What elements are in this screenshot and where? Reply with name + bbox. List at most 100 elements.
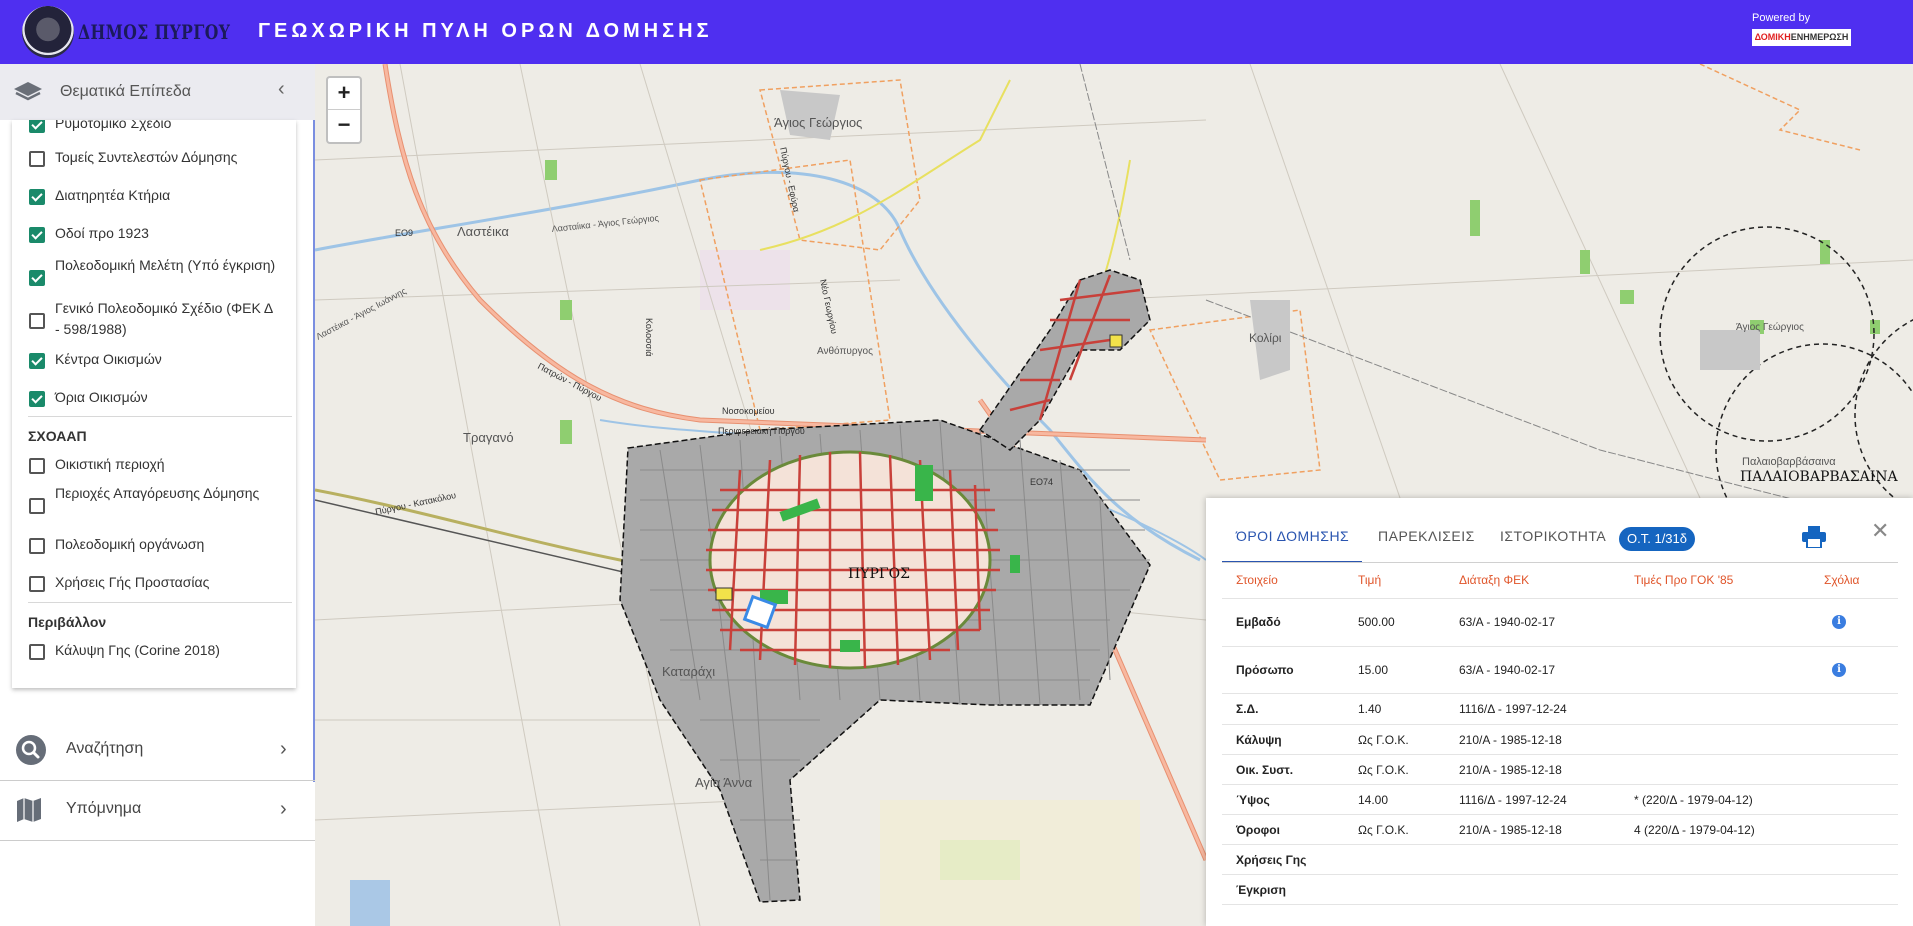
layer-row[interactable]: Περιοχές Απαγόρευσης Δόμησης (12, 482, 296, 526)
row-item: Χρήσεις Γης (1236, 853, 1307, 867)
column-header-value: Τιμή (1358, 573, 1382, 587)
section-title-sxoaap: ΣΧΟΑΑΠ (28, 428, 87, 444)
info-icon[interactable]: i (1832, 615, 1846, 629)
layer-label: Πολεοδομική οργάνωση (55, 536, 205, 552)
search-nav-item[interactable]: Αναζήτηση › (0, 722, 315, 780)
tab-deviations[interactable]: ΠΑΡΕΚΛΙΣΕΙΣ (1378, 528, 1475, 544)
map-label-lasteika: Λαστέικα (457, 224, 509, 239)
layer-checkbox[interactable] (29, 189, 45, 205)
map-label-koliri: Κολίρι (1249, 331, 1282, 345)
building-terms-panel: ΌΡΟΙ ΔΟΜΗΣΗΣ ΠΑΡΕΚΛΙΣΕΙΣ ΙΣΤΟΡΙΚΟΤΗΤΑ Ο.… (1206, 498, 1913, 926)
column-header-comments: Σχόλια (1824, 573, 1860, 587)
layer-checkbox[interactable] (29, 227, 45, 243)
row-fek: 210/Α - 1985-12-18 (1459, 763, 1562, 777)
zoom-control: + − (326, 76, 362, 144)
powered-brand-part-b: ΕΝΗΜΕΡΩΣΗ (1790, 32, 1849, 42)
layer-label: Τομείς Συντελεστών Δόμησης (55, 149, 238, 165)
layer-label: Περιοχές Απαγόρευσης Δόμησης (55, 485, 260, 501)
layers-list: Ρυμοτομικό Σχέδιο Τομείς Συντελεστών Δόμ… (12, 120, 296, 688)
layer-label: Διατηρητέα Κτήρια (55, 187, 171, 203)
table-line (1222, 646, 1898, 647)
layer-row[interactable]: Διατηρητέα Κτήρια (12, 184, 296, 206)
map-label-kolossia: Κολοσσιά (644, 318, 654, 356)
row-value: Ως Γ.Ο.Κ. (1358, 733, 1409, 747)
row-fek: 1116/Δ - 1997-12-24 (1459, 793, 1567, 807)
row-item: Όροφοι (1236, 823, 1280, 837)
layer-label: Κάλυψη Γης (Corine 2018) (55, 642, 220, 658)
row-pre-gok: 4 (220/Δ - 1979-04-12) (1634, 823, 1755, 837)
row-value: 500.00 (1358, 615, 1395, 629)
layer-checkbox[interactable] (29, 391, 45, 407)
map-label-kataraktis: Καταράχι (662, 664, 715, 679)
row-value: Ως Γ.Ο.Κ. (1358, 823, 1409, 837)
row-fek: 210/Α - 1985-12-18 (1459, 823, 1562, 837)
layer-label: Ρυμοτομικό Σχέδιο (55, 120, 172, 131)
layer-row[interactable]: Οδοί προ 1923 (12, 222, 296, 244)
layer-checkbox[interactable] (29, 538, 45, 554)
table-top-line (1222, 562, 1898, 563)
print-icon[interactable] (1802, 526, 1826, 548)
layer-checkbox[interactable] (29, 458, 45, 474)
table-line (1222, 814, 1898, 815)
layer-checkbox[interactable] (29, 270, 45, 286)
layer-checkbox[interactable] (29, 644, 45, 660)
layer-label: Όρια Οικισμών (55, 389, 148, 405)
layer-checkbox[interactable] (29, 576, 45, 592)
row-fek: 63/Α - 1940-02-17 (1459, 663, 1556, 677)
municipality-name[interactable]: ΔΗΜΟΣ ΠΥΡΓΟΥ (78, 20, 230, 44)
municipality-logo[interactable] (22, 6, 74, 58)
sidebar-scroll-edge (313, 120, 315, 782)
row-item: Σ.Δ. (1236, 702, 1259, 716)
column-header-fek: Διάταξη ΦΕΚ (1459, 573, 1530, 587)
map-label-e074: ΕΟ74 (1030, 477, 1053, 487)
close-icon[interactable]: ✕ (1871, 518, 1889, 544)
layer-checkbox[interactable] (29, 498, 45, 514)
layer-row[interactable]: Κάλυψη Γης (Corine 2018) (12, 639, 296, 661)
legend-nav-item[interactable]: Υπόμνημα › (0, 782, 315, 840)
layer-row[interactable]: Πολεοδομική οργάνωση (12, 533, 296, 555)
map-label-palaiovarvasaina-small: Παλαιοβαρβάσαινα (1742, 456, 1836, 468)
row-item: Πρόσωπο (1236, 663, 1294, 677)
table-line (1222, 784, 1898, 785)
map-label-pyrgos: ΠΥΡΓΟΣ (848, 566, 910, 582)
tab-building-terms[interactable]: ΌΡΟΙ ΔΟΜΗΣΗΣ (1236, 528, 1349, 544)
layer-checkbox[interactable] (29, 151, 45, 167)
layers-panel-header[interactable]: Θεματικά Επίπεδα ‹ (0, 64, 315, 120)
layer-row[interactable]: Κέντρα Οικισμών (12, 348, 296, 370)
layer-checkbox[interactable] (29, 120, 45, 133)
layer-row[interactable]: Πολεοδομική Μελέτη (Υπό έγκριση) (12, 254, 296, 298)
row-item: Εμβαδό (1236, 615, 1281, 629)
row-fek: 1116/Δ - 1997-12-24 (1459, 702, 1567, 716)
row-value: 1.40 (1358, 702, 1382, 716)
nav-divider (0, 840, 315, 841)
map-label-traganos: Τραγανό (463, 430, 514, 445)
layer-row[interactable]: Χρήσεις Γής Προστασίας (12, 571, 296, 593)
nav-divider (0, 780, 315, 781)
layer-row[interactable]: Τομείς Συντελεστών Δόμησης (12, 146, 296, 168)
table-line (1222, 693, 1898, 694)
table-line (1222, 724, 1898, 725)
map-label-agios-georgios: Άγιος Γεώργιος (774, 115, 862, 130)
layer-checkbox[interactable] (29, 353, 45, 369)
powered-by-logo[interactable]: ΔΟΜΙΚΗΕΝΗΜΕΡΩΣΗ (1752, 29, 1851, 46)
row-value: Ως Γ.Ο.Κ. (1358, 763, 1409, 777)
layer-label: Χρήσεις Γής Προστασίας (55, 574, 210, 590)
layer-row[interactable]: Οικιστική περιοχή (12, 453, 296, 475)
zoom-in-button[interactable]: + (328, 78, 360, 110)
layer-row[interactable]: Γενικό Πολεοδομικό Σχέδιο (ΦΕΚ Δ - 598/1… (12, 297, 296, 341)
block-id-badge[interactable]: Ο.Τ. 1/31δ (1619, 527, 1695, 551)
row-value: 15.00 (1358, 663, 1389, 677)
layer-checkbox[interactable] (29, 313, 45, 329)
info-icon[interactable]: i (1832, 663, 1846, 677)
row-pre-gok: * (220/Δ - 1979-04-12) (1634, 793, 1753, 807)
section-title-environment: Περιβάλλον (28, 614, 107, 630)
search-icon (16, 735, 46, 765)
column-header-pre-gok: Τιμές Προ ΓΟΚ '85 (1634, 573, 1734, 587)
tab-history[interactable]: ΙΣΤΟΡΙΚΟΤΗΤΑ (1500, 528, 1606, 544)
table-line (1222, 874, 1898, 875)
layers-panel-title: Θεματικά Επίπεδα (60, 83, 192, 100)
collapse-chevron-icon[interactable]: ‹ (278, 78, 285, 101)
layer-row[interactable]: Όρια Οικισμών (12, 386, 296, 408)
layer-row[interactable]: Ρυμοτομικό Σχέδιο (12, 120, 296, 134)
zoom-out-button[interactable]: − (328, 110, 360, 141)
